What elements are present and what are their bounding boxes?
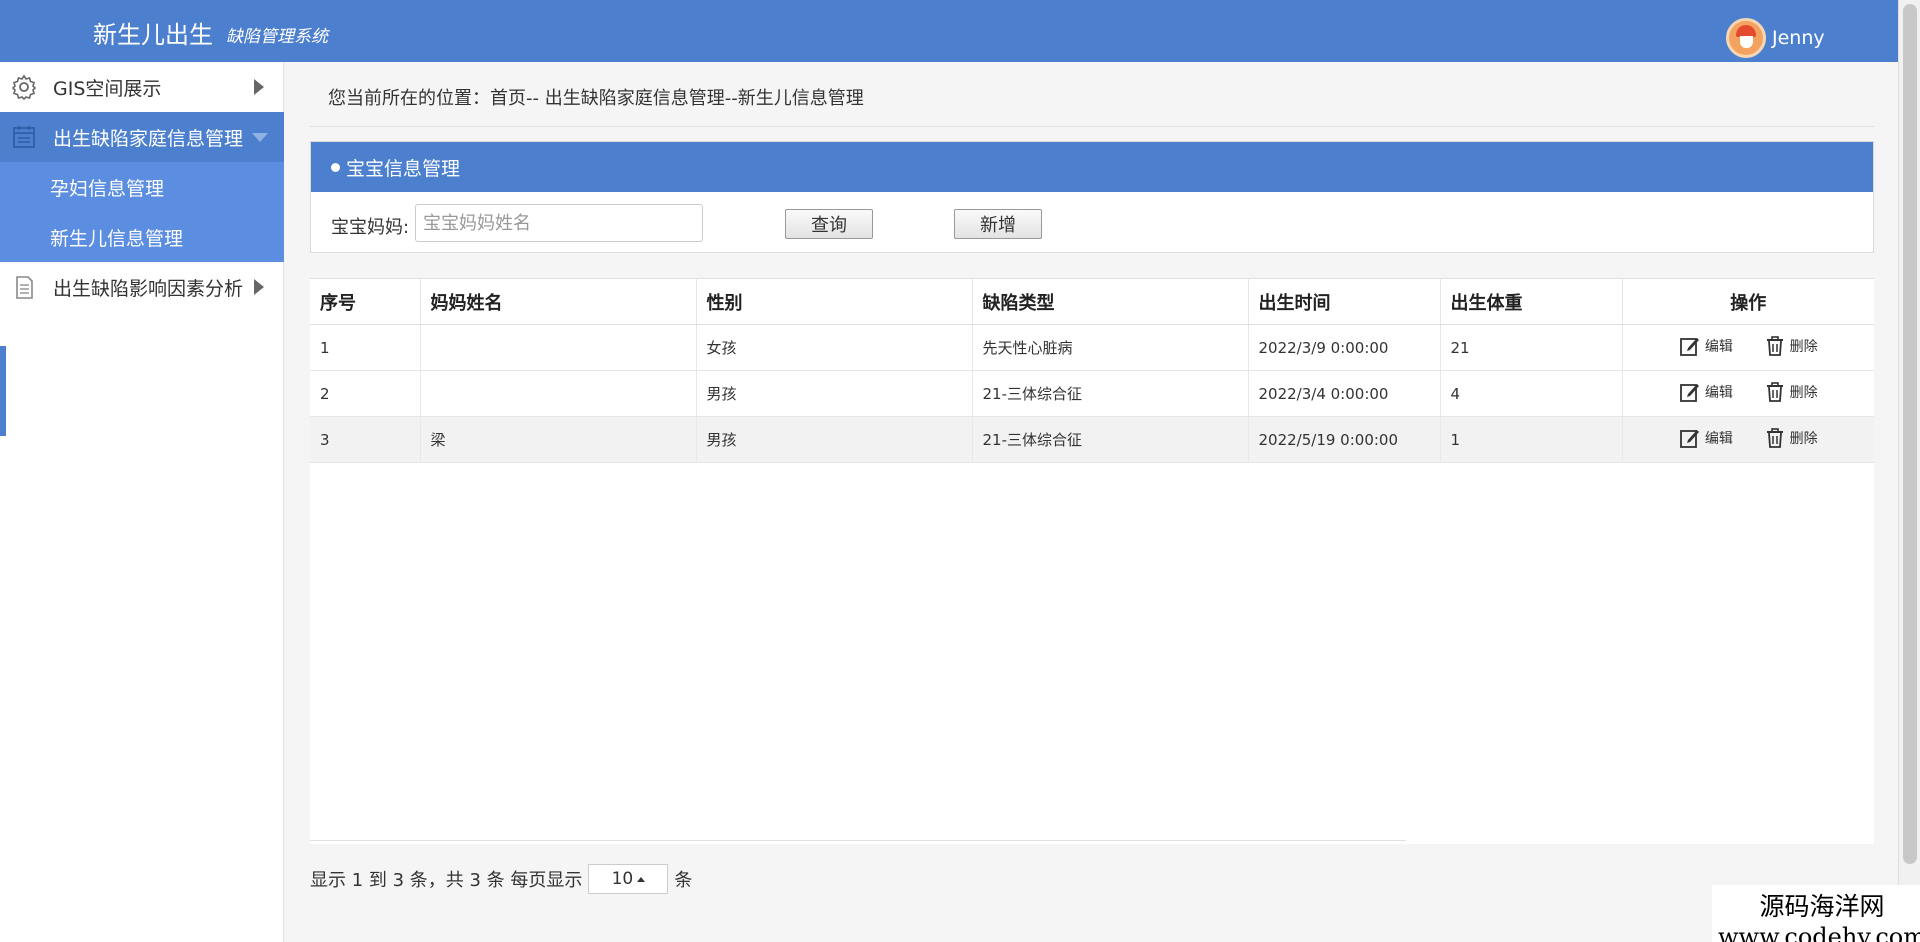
- cell-gender: 男孩: [696, 370, 973, 417]
- document-icon: [16, 276, 33, 299]
- delete-label: 删除: [1789, 338, 1818, 355]
- pagination-summary: 显示 1 到 3 条，共 3 条 每页显示: [310, 870, 583, 891]
- cell-mother: [420, 324, 697, 371]
- cell-actions: 编辑 删除: [1622, 416, 1874, 463]
- column-header[interactable]: 妈妈姓名: [420, 278, 697, 325]
- edit-label: 编辑: [1704, 430, 1733, 447]
- cell-birth-time: 2022/5/19 0:00:00: [1248, 416, 1441, 463]
- page-size-value: 10: [611, 869, 634, 889]
- column-header[interactable]: 序号: [310, 278, 421, 325]
- watermark-line1: 源码海洋网: [1759, 892, 1885, 921]
- sidebar: GIS空间展示 出生缺陷家庭信息管理 孕妇信息管理 新生儿信息管理 出生缺陷影响…: [0, 62, 284, 942]
- breadcrumb: 您当前所在的位置：首页-- 出生缺陷家庭信息管理--新生儿信息管理: [328, 88, 864, 109]
- cell-defect: 21-三体综合征: [972, 416, 1249, 463]
- cell-id: 2: [310, 370, 421, 417]
- column-header: 操作: [1622, 278, 1874, 325]
- edit-button[interactable]: 编辑: [1679, 335, 1733, 357]
- top-header: 新生儿出生 缺陷管理系统 Jenny: [0, 0, 1898, 62]
- page-size-select[interactable]: 10: [588, 864, 669, 894]
- sidebar-item-label: 出生缺陷家庭信息管理: [53, 127, 244, 150]
- cell-birth-time: 2022/3/4 0:00:00: [1248, 370, 1441, 417]
- user-menu[interactable]: Jenny: [1726, 18, 1825, 58]
- cell-weight: 1: [1440, 416, 1623, 463]
- trash-icon: [1766, 381, 1783, 402]
- cell-actions: 编辑 删除: [1622, 324, 1874, 371]
- delete-label: 删除: [1789, 384, 1818, 401]
- panel-title: 宝宝信息管理: [311, 142, 1873, 192]
- app-subtitle: 缺陷管理系统: [226, 27, 328, 47]
- search-input[interactable]: [415, 204, 703, 242]
- add-button[interactable]: 新增: [954, 209, 1042, 239]
- sidebar-item-label: GIS空间展示: [53, 77, 162, 100]
- divider: [310, 840, 1406, 841]
- cell-id: 1: [310, 324, 421, 371]
- cell-defect: 21-三体综合征: [972, 370, 1249, 417]
- cell-weight: 4: [1440, 370, 1623, 417]
- caret-up-icon: [637, 876, 646, 882]
- delete-button[interactable]: 删除: [1764, 381, 1818, 403]
- cell-weight: 21: [1440, 324, 1623, 371]
- cell-birth-time: 2022/3/9 0:00:00: [1248, 324, 1441, 371]
- cell-mother: [420, 370, 697, 417]
- delete-button[interactable]: 删除: [1764, 335, 1818, 357]
- edit-icon: [1679, 429, 1699, 448]
- cell-gender: 女孩: [696, 324, 973, 371]
- bullet-icon: [331, 162, 340, 172]
- sidebar-subitem-newborn[interactable]: 新生儿信息管理: [0, 212, 284, 262]
- query-button[interactable]: 查询: [785, 209, 873, 239]
- delete-button[interactable]: 删除: [1764, 427, 1818, 449]
- table-row[interactable]: 1 女孩 先天性心脏病 2022/3/9 0:00:00 21 编辑 删除: [310, 324, 1874, 371]
- watermark-line2: www.codehy.com: [1718, 923, 1920, 942]
- column-header[interactable]: 性别: [696, 278, 973, 325]
- gear-icon: [11, 74, 37, 101]
- pagination: 显示 1 到 3 条，共 3 条 每页显示 10 条: [310, 864, 692, 894]
- edit-button[interactable]: 编辑: [1679, 427, 1733, 449]
- sidebar-accent-bar: [0, 346, 6, 436]
- sidebar-item-family-info[interactable]: 出生缺陷家庭信息管理: [0, 112, 284, 162]
- edit-icon: [1679, 383, 1699, 402]
- edit-label: 编辑: [1704, 384, 1733, 401]
- user-name[interactable]: Jenny: [1772, 27, 1825, 49]
- sidebar-subitem-pregnant[interactable]: 孕妇信息管理: [0, 162, 284, 212]
- panel-title-text: 宝宝信息管理: [346, 157, 461, 180]
- scrollbar-thumb[interactable]: [1903, 4, 1917, 864]
- edit-label: 编辑: [1704, 338, 1733, 355]
- search-label: 宝宝妈妈:: [331, 217, 410, 238]
- trash-icon: [1766, 427, 1783, 448]
- chevron-down-icon: [252, 132, 268, 142]
- chevron-right-icon: [254, 79, 264, 95]
- table-row[interactable]: 2 男孩 21-三体综合征 2022/3/4 0:00:00 4 编辑 删除: [310, 370, 1874, 417]
- trash-icon: [1766, 335, 1783, 356]
- sidebar-item-label: 出生缺陷影响因素分析: [53, 277, 244, 300]
- divider: [310, 126, 1874, 127]
- cell-id: 3: [310, 416, 421, 463]
- watermark: 源码海洋网 www.codehy.com: [1712, 885, 1920, 942]
- sidebar-item-factor-analysis[interactable]: 出生缺陷影响因素分析: [0, 262, 284, 312]
- pagination-unit: 条: [674, 870, 693, 891]
- edit-icon: [1679, 337, 1699, 356]
- table-row[interactable]: 3 梁 男孩 21-三体综合征 2022/5/19 0:00:00 1 编辑 删…: [310, 416, 1874, 463]
- cell-defect: 先天性心脏病: [972, 324, 1249, 371]
- chevron-right-icon: [254, 279, 264, 295]
- table-header-row: 序号 妈妈姓名 性别 缺陷类型 出生时间 出生体重 操作: [310, 278, 1874, 325]
- delete-label: 删除: [1789, 430, 1818, 447]
- data-table: 序号 妈妈姓名 性别 缺陷类型 出生时间 出生体重 操作 1 女孩 先天性心脏病…: [310, 278, 1874, 844]
- cell-gender: 男孩: [696, 416, 973, 463]
- column-header[interactable]: 缺陷类型: [972, 278, 1249, 325]
- sidebar-item-gis[interactable]: GIS空间展示: [0, 62, 284, 112]
- edit-button[interactable]: 编辑: [1679, 381, 1733, 403]
- app-title: 新生儿出生: [93, 21, 213, 49]
- page-scrollbar[interactable]: [1898, 0, 1920, 942]
- column-header[interactable]: 出生时间: [1248, 278, 1441, 325]
- cell-actions: 编辑 删除: [1622, 370, 1874, 417]
- calendar-icon: [13, 126, 35, 148]
- avatar[interactable]: [1726, 18, 1766, 58]
- column-header[interactable]: 出生体重: [1440, 278, 1623, 325]
- cell-mother: 梁: [420, 416, 697, 463]
- search-panel: 宝宝信息管理 宝宝妈妈: 查询 新增: [310, 141, 1874, 253]
